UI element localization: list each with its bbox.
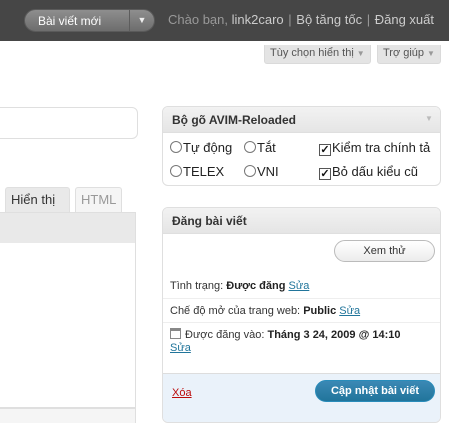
chevron-down-icon: ▼: [356, 49, 365, 58]
editor-toolbar: [0, 212, 136, 244]
greeting-text: Chào bạn,: [168, 12, 228, 27]
visibility-label: Chế độ mở của trang web:: [170, 305, 301, 317]
status-row: Tình trạng: Được đăng Sửa: [163, 274, 440, 299]
edit-status-link[interactable]: Sửa: [289, 280, 310, 292]
chevron-down-icon[interactable]: ▼: [134, 12, 150, 28]
dashboard-link[interactable]: Bộ tăng tốc: [296, 12, 362, 27]
dropdown-divider: [129, 10, 130, 31]
radio-telex-label: TELEX: [183, 164, 225, 179]
new-post-dropdown[interactable]: Bài viết mới ▼: [24, 9, 155, 32]
calendar-icon: [170, 328, 181, 339]
edit-date-link[interactable]: Sửa: [170, 342, 191, 354]
checkbox-spellcheck[interactable]: ✓ Kiểm tra chính tả: [319, 140, 430, 156]
help-button[interactable]: Trợ giúp ▼: [377, 45, 441, 64]
radio-off[interactable]: Tắt: [244, 140, 276, 155]
published-value: Tháng 3 24, 2009 @ 14:10: [267, 329, 401, 341]
publish-box-title: Đăng bài viết: [172, 214, 247, 228]
radio-auto-label: Tự động: [183, 140, 233, 155]
screen-meta-links: Tùy chọn hiển thị ▼ Trợ giúp ▼: [0, 41, 449, 67]
visibility-value: Public: [303, 305, 337, 317]
publish-actions: Xóa Cập nhật bài viết: [163, 373, 440, 422]
avim-box: Bộ gõ AVIM-Reloaded ▼ Tự động Tắt ✓ Kiểm …: [162, 106, 441, 186]
radio-telex[interactable]: TELEX: [170, 164, 224, 179]
published-date-row: Được đăng vào: Tháng 3 24, 2009 @ 14:10 …: [163, 325, 440, 365]
checkbox-old-accent[interactable]: ✓ Bỏ dấu kiểu cũ: [319, 164, 418, 180]
radio-button[interactable]: [244, 141, 256, 153]
screen-options-button[interactable]: Tùy chọn hiển thị ▼: [264, 45, 371, 64]
visibility-row: Chế độ mở của trang web: Public Sửa: [163, 299, 440, 323]
status-value: Được đăng: [226, 280, 286, 292]
radio-vni[interactable]: VNI: [244, 164, 279, 179]
checkbox-checked[interactable]: ✓: [319, 144, 331, 156]
checkbox-spellcheck-label: Kiểm tra chính tả: [332, 140, 431, 155]
chevron-down-icon: ▼: [427, 49, 435, 58]
publish-box-header[interactable]: Đăng bài viết: [163, 208, 440, 234]
checkbox-checked[interactable]: ✓: [319, 168, 331, 180]
help-label: Trợ giúp: [383, 47, 425, 59]
radio-auto[interactable]: Tự động: [170, 140, 232, 155]
update-post-button[interactable]: Cập nhật bài viết: [315, 380, 435, 402]
delete-link[interactable]: Xóa: [172, 387, 192, 399]
tab-html[interactable]: HTML: [75, 187, 122, 213]
radio-vni-label: VNI: [257, 164, 279, 179]
radio-button[interactable]: [170, 165, 182, 177]
publish-box: Đăng bài viết Xem thử Tình trạng: Được đ…: [162, 207, 441, 423]
username-link[interactable]: link2caro: [232, 12, 284, 27]
screen-options-label: Tùy chọn hiển thị: [270, 47, 354, 59]
admin-header: Bài viết mới ▼ Chào bạn, link2caro | Bộ …: [0, 0, 449, 41]
logout-link[interactable]: Đăng xuất: [375, 12, 434, 27]
status-label: Tình trạng:: [170, 280, 224, 292]
tab-visual[interactable]: Hiển thị: [5, 187, 70, 213]
radio-off-label: Tắt: [257, 140, 276, 155]
separator: |: [288, 12, 292, 27]
new-post-label[interactable]: Bài viết mới: [38, 14, 101, 28]
avim-box-title: Bộ gõ AVIM-Reloaded: [172, 113, 296, 127]
radio-button[interactable]: [244, 165, 256, 177]
post-content-editor[interactable]: [0, 243, 136, 408]
checkbox-old-accent-label: Bỏ dấu kiểu cũ: [332, 164, 419, 179]
radio-button[interactable]: [170, 141, 182, 153]
edit-visibility-link[interactable]: Sửa: [339, 305, 360, 317]
post-title-input[interactable]: [0, 107, 138, 139]
editor-statusbar: [0, 408, 136, 423]
published-label: Được đăng vào:: [185, 329, 265, 341]
preview-button[interactable]: Xem thử: [334, 240, 435, 262]
chevron-down-icon[interactable]: ▼: [421, 110, 437, 128]
avim-box-header[interactable]: Bộ gõ AVIM-Reloaded ▼: [163, 107, 440, 133]
separator: |: [366, 12, 371, 27]
user-greeting: Chào bạn, link2caro | Bộ tăng tốc | Đăng…: [168, 12, 434, 27]
